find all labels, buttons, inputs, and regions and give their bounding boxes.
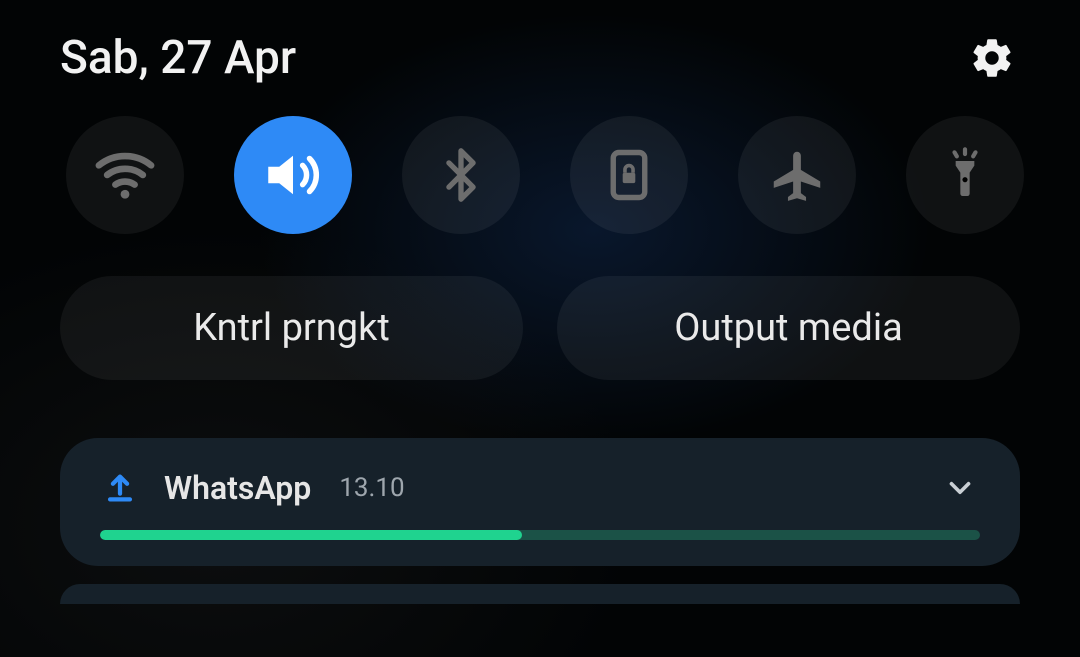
notification-app-name: WhatsApp [164, 469, 311, 507]
qs-pill-row: Kntrl prngkt Output media [60, 276, 1020, 380]
quick-toggle-row [66, 116, 1020, 234]
flashlight-icon [937, 147, 993, 203]
toggle-flashlight[interactable] [906, 116, 1024, 234]
toggle-bluetooth[interactable] [402, 116, 520, 234]
toggle-airplane[interactable] [738, 116, 856, 234]
rotate-lock-icon [602, 148, 656, 202]
qs-header: Sab, 27 Apr [60, 30, 1020, 86]
notification-time: 13.10 [339, 473, 404, 503]
device-control-button[interactable]: Kntrl prngkt [60, 276, 523, 380]
wifi-icon [92, 142, 158, 208]
toggle-rotate-lock[interactable] [570, 116, 688, 234]
bluetooth-icon [432, 146, 490, 204]
date-label: Sab, 27 Apr [60, 31, 296, 85]
airplane-icon [766, 144, 828, 206]
toggle-wifi[interactable] [66, 116, 184, 234]
upload-icon [100, 468, 140, 508]
toggle-sound[interactable] [234, 116, 352, 234]
settings-button[interactable] [964, 30, 1020, 86]
media-output-button[interactable]: Output media [557, 276, 1020, 380]
device-control-label: Kntrl prngkt [193, 306, 390, 350]
media-output-label: Output media [674, 306, 902, 350]
next-notification-peek [60, 584, 1020, 604]
notification-card[interactable]: WhatsApp 13.10 [60, 438, 1020, 566]
sound-icon [260, 142, 326, 208]
upload-progress-track [100, 530, 980, 540]
gear-icon [969, 35, 1015, 81]
chevron-down-icon [943, 471, 977, 505]
notification-header: WhatsApp 13.10 [100, 468, 980, 508]
notification-expand-button[interactable] [940, 468, 980, 508]
upload-progress-fill [100, 530, 522, 540]
